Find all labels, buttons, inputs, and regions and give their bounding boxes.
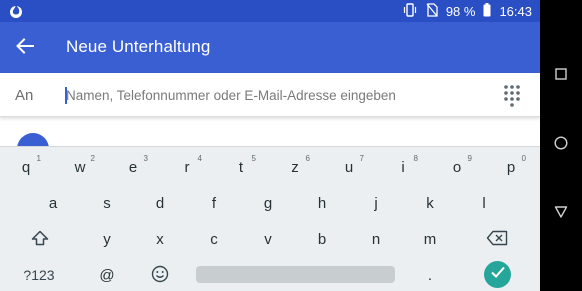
recents-button[interactable] <box>551 66 571 86</box>
key-t[interactable]: t5 <box>221 151 261 183</box>
key-j[interactable]: j <box>356 187 396 219</box>
symbols-key[interactable]: ?123 <box>19 259 59 291</box>
recipient-row: An <box>0 73 540 117</box>
key-r[interactable]: r4 <box>167 151 207 183</box>
key-p[interactable]: p0 <box>491 151 531 183</box>
app-bar: Neue Unterhaltung <box>0 22 540 73</box>
keyboard: q1 w2 e3 r4 t5 z6 u7 i8 o9 p0 a s d f g … <box>0 146 540 291</box>
at-key[interactable]: @ <box>87 259 127 291</box>
enter-button[interactable] <box>484 261 511 288</box>
status-bar: 98 % 16:43 <box>0 0 540 22</box>
shift-icon <box>31 230 49 249</box>
text-cursor <box>65 87 67 104</box>
vibrate-icon <box>402 2 418 20</box>
key-o[interactable]: o9 <box>437 151 477 183</box>
period-key[interactable]: . <box>410 259 450 291</box>
check-icon <box>490 265 506 284</box>
key-n[interactable]: n <box>356 223 396 255</box>
emoji-icon <box>151 265 169 286</box>
recipient-label: An <box>15 87 34 104</box>
screen: 98 % 16:43 Neue Unterhaltung An Namen, T… <box>0 0 540 291</box>
backspace-key[interactable] <box>477 223 517 255</box>
square-icon <box>555 67 567 85</box>
emoji-key[interactable] <box>140 259 180 291</box>
triangle-icon <box>554 205 568 224</box>
key-z[interactable]: z6 <box>275 151 315 183</box>
key-u[interactable]: u7 <box>329 151 369 183</box>
key-e[interactable]: e3 <box>113 151 153 183</box>
back-nav-button[interactable] <box>551 204 571 224</box>
key-y[interactable]: y <box>87 223 127 255</box>
back-button[interactable] <box>10 33 40 63</box>
backspace-icon <box>486 230 508 249</box>
key-f[interactable]: f <box>194 187 234 219</box>
fire-icon <box>8 3 24 19</box>
key-x[interactable]: x <box>140 223 180 255</box>
key-l[interactable]: l <box>464 187 504 219</box>
key-v[interactable]: v <box>248 223 288 255</box>
status-icons: 98 % 16:43 <box>402 0 532 22</box>
key-s[interactable]: s <box>87 187 127 219</box>
battery-percent: 98 % <box>445 3 476 19</box>
key-i[interactable]: i8 <box>383 151 423 183</box>
shift-key[interactable] <box>20 223 60 255</box>
key-g[interactable]: g <box>248 187 288 219</box>
home-button[interactable] <box>551 135 571 155</box>
key-k[interactable]: k <box>410 187 450 219</box>
key-d[interactable]: d <box>140 187 180 219</box>
key-c[interactable]: c <box>194 223 234 255</box>
arrow-back-icon <box>16 37 34 59</box>
space-key[interactable] <box>196 266 395 283</box>
key-q[interactable]: q1 <box>6 151 46 183</box>
key-w[interactable]: w2 <box>60 151 100 183</box>
circle-icon <box>554 135 568 155</box>
system-nav-bar <box>540 0 582 291</box>
battery-icon <box>483 2 491 20</box>
page-title: Neue Unterhaltung <box>66 37 211 56</box>
key-m[interactable]: m <box>410 223 450 255</box>
no-sim-icon <box>426 2 438 20</box>
dialpad-button[interactable] <box>502 83 522 107</box>
recipient-input[interactable] <box>64 81 484 109</box>
dialpad-icon <box>502 85 522 111</box>
key-h[interactable]: h <box>302 187 342 219</box>
key-b[interactable]: b <box>302 223 342 255</box>
key-a[interactable]: a <box>33 187 73 219</box>
clock: 16:43 <box>499 3 532 19</box>
